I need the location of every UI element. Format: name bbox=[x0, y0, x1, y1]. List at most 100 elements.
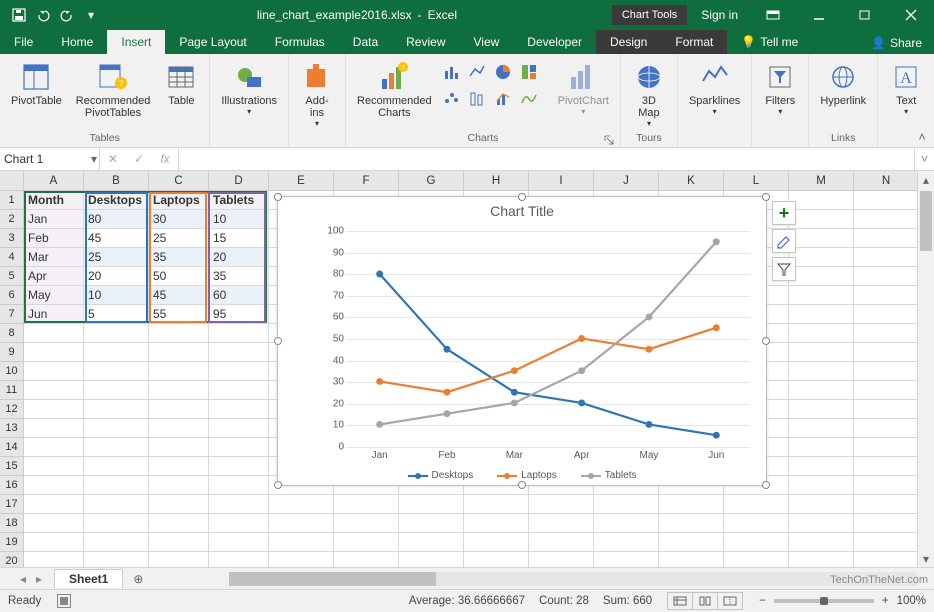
cell[interactable] bbox=[854, 457, 919, 476]
tab-insert[interactable]: Insert bbox=[107, 30, 165, 54]
cell[interactable] bbox=[724, 495, 789, 514]
cell[interactable] bbox=[149, 419, 209, 438]
cell[interactable] bbox=[209, 400, 269, 419]
cell[interactable] bbox=[854, 438, 919, 457]
embedded-chart[interactable]: Chart Title + 0102030405060708090100 Jan… bbox=[277, 196, 767, 486]
column-header[interactable]: J bbox=[594, 171, 659, 191]
page-layout-view-icon[interactable] bbox=[692, 592, 718, 610]
column-header[interactable]: A bbox=[24, 171, 84, 191]
close-button[interactable] bbox=[888, 0, 934, 30]
cell[interactable] bbox=[209, 362, 269, 381]
tab-design[interactable]: Design bbox=[596, 30, 661, 54]
chart-filter-button[interactable] bbox=[772, 257, 796, 281]
illustrations-button[interactable]: Illustrations▾ bbox=[214, 58, 284, 130]
expand-formula-bar-icon[interactable]: ˅ bbox=[914, 148, 934, 170]
chart-elements-button[interactable]: + bbox=[772, 201, 796, 225]
cell[interactable] bbox=[399, 552, 464, 567]
cell[interactable] bbox=[24, 381, 84, 400]
cell[interactable] bbox=[209, 476, 269, 495]
cell[interactable]: 15 bbox=[209, 229, 269, 248]
cell[interactable]: Jan bbox=[24, 210, 84, 229]
page-break-view-icon[interactable] bbox=[717, 592, 743, 610]
row-header[interactable]: 12 bbox=[0, 400, 24, 419]
cell[interactable]: 25 bbox=[149, 229, 209, 248]
cell[interactable] bbox=[789, 419, 854, 438]
cell[interactable] bbox=[854, 533, 919, 552]
cell[interactable] bbox=[334, 514, 399, 533]
cell[interactable]: 45 bbox=[149, 286, 209, 305]
tab-format[interactable]: Format bbox=[661, 30, 727, 54]
cell[interactable]: Laptops bbox=[149, 191, 209, 210]
sparklines-button[interactable]: Sparklines▾ bbox=[682, 58, 747, 130]
row-header[interactable]: 2 bbox=[0, 210, 24, 229]
vertical-scrollbar[interactable]: ▴ ▾ bbox=[917, 171, 934, 567]
text-button[interactable]: AText▾ bbox=[882, 58, 930, 130]
scroll-up-icon[interactable]: ▴ bbox=[918, 171, 934, 188]
cell[interactable] bbox=[209, 552, 269, 567]
cell[interactable] bbox=[24, 343, 84, 362]
cell[interactable] bbox=[209, 324, 269, 343]
cell[interactable] bbox=[724, 514, 789, 533]
scatter-chart-icon[interactable] bbox=[439, 86, 463, 110]
surface-chart-icon[interactable] bbox=[517, 86, 541, 110]
formula-input[interactable] bbox=[179, 148, 914, 170]
column-header[interactable]: M bbox=[789, 171, 854, 191]
cell[interactable] bbox=[724, 533, 789, 552]
column-header[interactable]: H bbox=[464, 171, 529, 191]
line-chart-icon[interactable] bbox=[465, 60, 489, 84]
cell[interactable] bbox=[854, 381, 919, 400]
cell[interactable] bbox=[529, 495, 594, 514]
row-header[interactable]: 7 bbox=[0, 305, 24, 324]
macro-record-icon[interactable] bbox=[57, 594, 71, 608]
column-header[interactable]: L bbox=[724, 171, 789, 191]
cell[interactable] bbox=[399, 495, 464, 514]
row-header[interactable]: 9 bbox=[0, 343, 24, 362]
tab-review[interactable]: Review bbox=[392, 30, 459, 54]
cell[interactable] bbox=[149, 457, 209, 476]
tab-tellme[interactable]: 💡Tell me bbox=[727, 30, 812, 54]
cell[interactable] bbox=[789, 229, 854, 248]
cell[interactable] bbox=[84, 343, 149, 362]
cell[interactable] bbox=[789, 381, 854, 400]
row-header[interactable]: 19 bbox=[0, 533, 24, 552]
cell[interactable] bbox=[269, 552, 334, 567]
cell[interactable] bbox=[789, 248, 854, 267]
cell[interactable] bbox=[854, 476, 919, 495]
cell[interactable] bbox=[789, 552, 854, 567]
cell[interactable] bbox=[334, 552, 399, 567]
cell[interactable]: May bbox=[24, 286, 84, 305]
plot-area[interactable]: 0102030405060708090100 JanFebMarAprMayJu… bbox=[318, 231, 750, 445]
cell[interactable] bbox=[334, 533, 399, 552]
tab-home[interactable]: Home bbox=[47, 30, 107, 54]
cell[interactable] bbox=[594, 533, 659, 552]
charts-dialog-launcher[interactable] bbox=[604, 135, 614, 145]
column-header[interactable]: F bbox=[334, 171, 399, 191]
cell[interactable] bbox=[84, 533, 149, 552]
cell[interactable]: Feb bbox=[24, 229, 84, 248]
row-header[interactable]: 8 bbox=[0, 324, 24, 343]
cell[interactable] bbox=[789, 438, 854, 457]
cell[interactable] bbox=[149, 438, 209, 457]
cell[interactable] bbox=[209, 419, 269, 438]
tab-file[interactable]: File bbox=[0, 30, 47, 54]
column-header[interactable]: E bbox=[269, 171, 334, 191]
cell[interactable] bbox=[789, 210, 854, 229]
cell[interactable]: 10 bbox=[209, 210, 269, 229]
cell[interactable]: Tablets bbox=[209, 191, 269, 210]
column-header[interactable]: K bbox=[659, 171, 724, 191]
row-header[interactable]: 20 bbox=[0, 552, 24, 567]
sheet-nav-prev-icon[interactable]: ◂ bbox=[16, 572, 30, 586]
recommended-pivottables-button[interactable]: ?Recommended PivotTables bbox=[69, 58, 158, 130]
cell[interactable] bbox=[24, 476, 84, 495]
collapse-ribbon-icon[interactable]: ˄ bbox=[914, 129, 930, 145]
cell[interactable] bbox=[854, 362, 919, 381]
row-header[interactable]: 15 bbox=[0, 457, 24, 476]
cell[interactable] bbox=[399, 514, 464, 533]
chart-styles-button[interactable] bbox=[772, 229, 796, 253]
cell[interactable] bbox=[854, 229, 919, 248]
cell[interactable] bbox=[149, 495, 209, 514]
name-box-dropdown-icon[interactable]: ▾ bbox=[91, 152, 97, 166]
cell[interactable] bbox=[24, 495, 84, 514]
column-header[interactable]: D bbox=[209, 171, 269, 191]
undo-icon[interactable] bbox=[32, 4, 54, 26]
